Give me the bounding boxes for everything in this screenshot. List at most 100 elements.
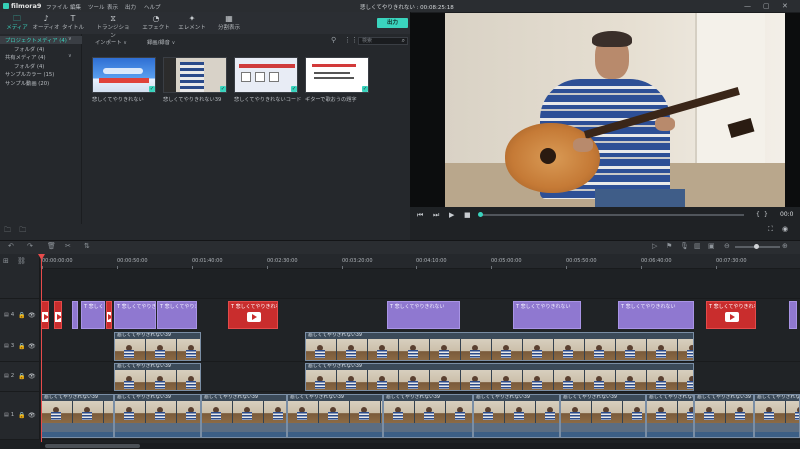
grid-view-icon[interactable]: ⋮⋮ [344,36,358,44]
title-clip-red[interactable] [41,301,49,329]
tree-item[interactable]: 共有メディア (4) [5,53,46,61]
tab-2[interactable]: T タイトル [56,14,90,31]
menu-item[interactable]: 表示 [107,3,118,11]
video-frame [647,401,678,423]
video-clip[interactable]: 悲しくてやりきれない39 [646,394,694,438]
lock-icon[interactable]: 🔒 [18,312,25,319]
close-icon[interactable]: ✕ [782,2,788,10]
video-clip[interactable]: 悲しくてやりきれない39 [201,394,287,438]
eye-icon[interactable]: 👁 [28,343,36,350]
title-clip[interactable]: T 悲しくてやりきれない [618,301,694,329]
video-clip[interactable]: 悲しくてやりきれない39 [694,394,754,438]
video-clip[interactable]: 悲しくてやりきれない39 [473,394,560,438]
marker-icon[interactable]: ⚑ [666,242,672,250]
stop-icon[interactable]: ■ [464,211,471,219]
step-back-icon[interactable]: ⏭ [433,211,439,220]
video-clip[interactable]: 悲しくてやりきれない39 [383,394,473,438]
video-clip[interactable]: 悲しくてやりきれない39 [114,394,201,438]
scrub-handle[interactable] [478,212,483,217]
audio-waveform [288,432,382,437]
menu-item[interactable]: 編集 [70,3,81,11]
media-thumbnail[interactable]: ✓ [163,57,227,93]
media-thumbnail[interactable]: ✓ [234,57,298,93]
eye-icon[interactable]: 👁 [28,373,36,380]
tree-item[interactable]: フォルダ (4) [14,62,44,70]
search-input[interactable]: 検索 ⌕ [358,37,408,45]
timeline-scrollbar-thumb[interactable] [45,444,140,448]
clip-frames [755,401,799,423]
video-clip[interactable]: 悲しくてやりきれない39 [114,332,201,361]
chord-box [255,72,265,82]
maximize-icon[interactable]: ▢ [763,2,770,10]
eye-icon[interactable]: 👁 [28,412,36,419]
record-dropdown[interactable]: 録画/録音 ∨ [147,38,175,46]
pip-icon[interactable]: ▣ [708,242,715,250]
title-clip-red[interactable]: T 悲しくてやりきれない [228,301,278,329]
remove-folder-icon[interactable]: 🗀 [19,226,26,234]
delete-icon[interactable]: 🗑 [47,242,56,250]
undo-icon[interactable]: ↶ [8,242,14,250]
tree-item[interactable]: フォルダ (4) [14,45,44,53]
scrub-bar[interactable] [482,214,744,216]
minimize-icon[interactable]: — [744,2,751,10]
title-clip[interactable]: T 悲しくてやりきれない [513,301,581,329]
title-clip[interactable] [789,301,797,329]
video-clip[interactable]: 悲しくてやりきれない39 [114,363,201,391]
media-thumbnail[interactable]: ✓ [305,57,369,93]
menu-item[interactable]: ツール [88,3,105,11]
tab-5[interactable]: ✦ エレメント [175,14,209,31]
title-clip-red[interactable]: T 悲しくてやりきれない [706,301,756,329]
export-button[interactable]: 出力 [377,18,408,28]
title-clip[interactable]: T 悲しくてやりきれない [81,301,105,329]
zoom-in-icon[interactable]: ⊕ [782,242,788,250]
play-icon[interactable]: ▶ [449,211,454,219]
video-clip[interactable]: 悲しくてやりきれない39 [287,394,383,438]
new-folder-icon[interactable]: 🗀 [4,226,11,234]
tab-4[interactable]: ◔ エフェクト [139,14,173,31]
title-clip-red[interactable] [54,301,62,329]
zoom-slider-handle[interactable] [754,244,759,249]
video-clip[interactable]: 悲しくてやりきれない39 [560,394,646,438]
adjust-icon[interactable]: ⇅ [84,242,90,250]
filter-icon[interactable]: ⚲ [331,36,336,44]
lock-icon[interactable]: 🔒 [18,343,25,350]
cut-icon[interactable]: ✂ [65,242,71,250]
eye-icon[interactable]: 👁 [28,312,36,319]
add-track-icon[interactable]: ⊞ [3,257,9,265]
chevron-down-icon[interactable]: ∨ [68,36,72,42]
lock-icon[interactable]: 🔒 [18,373,25,380]
tab-6[interactable]: ▦ 分割表示 [212,14,246,31]
title-clip-red[interactable] [106,301,112,329]
tree-item[interactable]: サンプル動画 (20) [5,79,49,87]
voiceover-icon[interactable]: 🎙 [680,242,689,250]
audio-mixer-icon[interactable]: ▥ [694,242,701,250]
mark-out-icon[interactable]: } [764,211,768,218]
timeline-scrollbar[interactable] [40,443,800,449]
media-thumbnail[interactable]: ✓ [92,57,156,93]
render-icon[interactable]: ▷ [652,242,657,250]
video-frame [73,401,104,423]
tree-item[interactable]: サンプルカラー (15) [5,70,54,78]
snapshot-icon[interactable]: ◉ [782,225,788,233]
title-clip[interactable]: T 悲しくてやりきれない [114,301,156,329]
title-clip[interactable]: T 悲しくてやりきれない [387,301,460,329]
mark-in-icon[interactable]: { [756,211,760,218]
zoom-out-icon[interactable]: ⊖ [724,242,730,250]
menu-item[interactable]: 出力 [125,3,136,11]
link-icon[interactable]: ⛓ [17,257,26,265]
playhead[interactable] [41,254,42,442]
fullscreen-icon[interactable]: ⛶ [768,225,773,234]
import-dropdown[interactable]: インポート ∨ [95,38,127,46]
title-clip[interactable] [72,301,78,329]
video-clip[interactable]: 悲しくてやりきれない39 [305,363,694,391]
redo-icon[interactable]: ↷ [27,242,33,250]
video-clip[interactable]: 悲しくてやりきれない39 [41,394,114,438]
menu-item[interactable]: ヘルプ [144,3,161,11]
menu-item[interactable]: ファイル [46,3,68,11]
lock-icon[interactable]: 🔒 [18,412,25,419]
title-clip[interactable]: T 悲しくてやりきれない [157,301,197,329]
chevron-down-icon[interactable]: ∨ [68,53,72,59]
video-clip[interactable]: 悲しくてやりきれない39 [305,332,694,361]
video-clip[interactable]: 悲しくてやりきれない39 [754,394,800,438]
prev-frame-icon[interactable]: ⏮ [417,211,423,220]
